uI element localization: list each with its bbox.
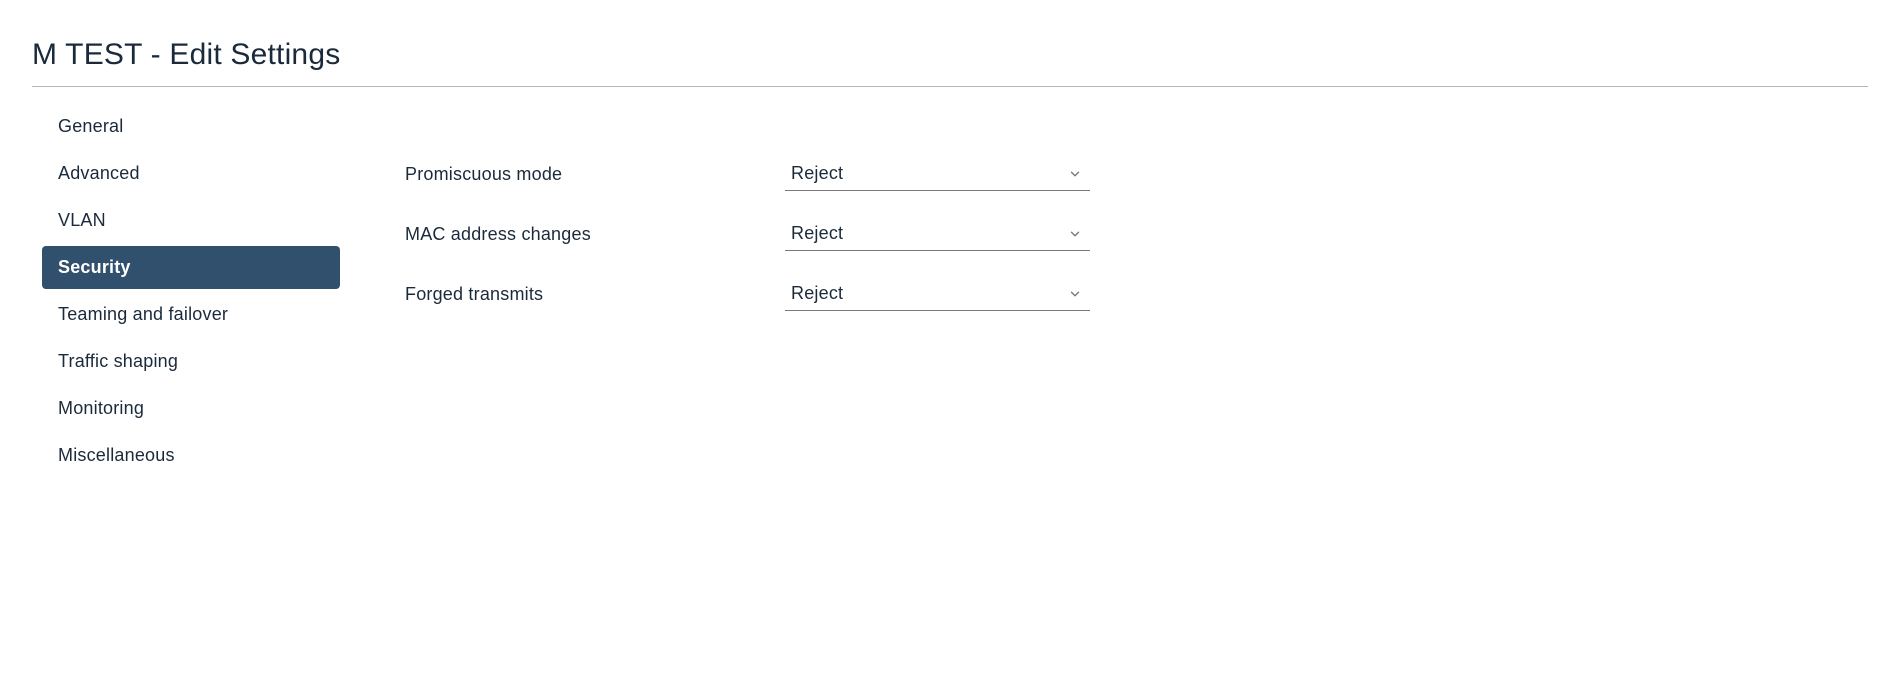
settings-sidebar: General Advanced VLAN Security Teaming a… — [0, 105, 350, 481]
select-value: Reject — [785, 277, 1090, 311]
forged-transmits-label: Forged transmits — [405, 284, 785, 305]
sidebar-item-advanced[interactable]: Advanced — [42, 152, 340, 195]
forged-transmits-select[interactable]: Reject — [785, 277, 1090, 311]
sidebar-item-label: Monitoring — [58, 398, 144, 418]
sidebar-item-vlan[interactable]: VLAN — [42, 199, 340, 242]
select-value: Reject — [785, 217, 1090, 251]
sidebar-item-label: General — [58, 116, 123, 136]
mac-address-changes-label: MAC address changes — [405, 224, 785, 245]
sidebar-item-monitoring[interactable]: Monitoring — [42, 387, 340, 430]
sidebar-item-label: Miscellaneous — [58, 445, 175, 465]
forged-transmits-row: Forged transmits Reject — [405, 277, 1900, 311]
sidebar-item-label: VLAN — [58, 210, 106, 230]
sidebar-item-label: Security — [58, 257, 131, 277]
sidebar-item-general[interactable]: General — [42, 105, 340, 148]
promiscuous-mode-select[interactable]: Reject — [785, 157, 1090, 191]
form-panel: Promiscuous mode Reject MAC address chan… — [350, 105, 1900, 481]
mac-address-changes-select[interactable]: Reject — [785, 217, 1090, 251]
sidebar-item-traffic-shaping[interactable]: Traffic shaping — [42, 340, 340, 383]
promiscuous-mode-label: Promiscuous mode — [405, 164, 785, 185]
sidebar-item-miscellaneous[interactable]: Miscellaneous — [42, 434, 340, 477]
mac-address-changes-row: MAC address changes Reject — [405, 217, 1900, 251]
sidebar-item-security[interactable]: Security — [42, 246, 340, 289]
sidebar-item-label: Teaming and failover — [58, 304, 228, 324]
content-area: General Advanced VLAN Security Teaming a… — [0, 87, 1900, 481]
sidebar-item-label: Advanced — [58, 163, 140, 183]
sidebar-item-label: Traffic shaping — [58, 351, 178, 371]
select-value: Reject — [785, 157, 1090, 191]
page-title: M TEST - Edit Settings — [0, 0, 1900, 86]
promiscuous-mode-row: Promiscuous mode Reject — [405, 157, 1900, 191]
sidebar-item-teaming-failover[interactable]: Teaming and failover — [42, 293, 340, 336]
